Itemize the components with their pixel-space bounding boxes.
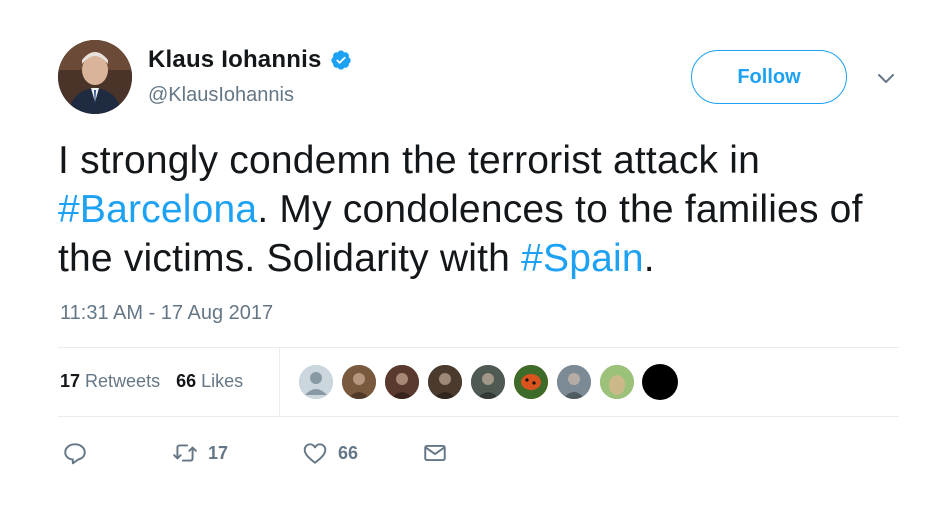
author-name-row: Klaus Iohannis bbox=[148, 46, 352, 74]
tweet-timestamp[interactable]: 11:31 AM - 17 Aug 2017 bbox=[60, 302, 273, 325]
tweet-text-segment: . bbox=[643, 237, 655, 280]
retweet-button[interactable]: 17 bbox=[172, 440, 228, 466]
liker-avatar[interactable] bbox=[298, 364, 334, 400]
reply-button[interactable] bbox=[62, 440, 88, 466]
liker-avatars bbox=[298, 364, 685, 400]
author-avatar[interactable] bbox=[58, 40, 132, 114]
liker-avatar[interactable] bbox=[513, 364, 549, 400]
stats-divider bbox=[279, 348, 280, 416]
tweet-stats: 17 Retweets 66 Likes bbox=[60, 371, 259, 392]
liker-avatar[interactable] bbox=[384, 364, 420, 400]
likes-count: 66 bbox=[176, 371, 197, 391]
likes-label: Likes bbox=[201, 371, 244, 391]
hashtag-spain-link[interactable]: #Spain bbox=[521, 237, 644, 280]
tweet-text-segment: I strongly condemn the terrorist attack … bbox=[58, 139, 761, 182]
follow-button[interactable]: Follow bbox=[691, 50, 847, 104]
liker-avatar[interactable] bbox=[599, 364, 635, 400]
liker-avatar[interactable] bbox=[427, 364, 463, 400]
author-name[interactable]: Klaus Iohannis bbox=[148, 46, 322, 74]
liker-avatar[interactable] bbox=[470, 364, 506, 400]
retweets-count: 17 bbox=[60, 371, 81, 391]
retweet-icon bbox=[173, 444, 197, 462]
tweet-card: Klaus Iohannis @KlausIohannis Follow I s… bbox=[0, 0, 948, 518]
author-handle[interactable]: @KlausIohannis bbox=[148, 84, 294, 107]
liker-avatar[interactable] bbox=[341, 364, 377, 400]
direct-message-button[interactable] bbox=[422, 440, 448, 466]
chevron-down-icon[interactable] bbox=[876, 68, 896, 88]
divider bbox=[58, 416, 899, 417]
tweet-text: I strongly condemn the terrorist attack … bbox=[58, 136, 918, 283]
retweet-count: 17 bbox=[208, 442, 229, 463]
like-button[interactable]: 66 bbox=[302, 440, 358, 466]
reply-icon bbox=[64, 443, 86, 465]
heart-icon bbox=[303, 443, 327, 464]
divider bbox=[58, 347, 899, 348]
retweets-stat[interactable]: 17 Retweets bbox=[60, 371, 160, 392]
likes-stat[interactable]: 66 Likes bbox=[176, 371, 243, 392]
retweets-label: Retweets bbox=[85, 371, 161, 391]
tweet-actions: 17 66 bbox=[60, 440, 480, 470]
hashtag-barcelona-link[interactable]: #Barcelona bbox=[58, 188, 257, 231]
verified-badge-icon bbox=[330, 50, 351, 70]
like-count: 66 bbox=[338, 442, 359, 463]
liker-avatar[interactable] bbox=[556, 364, 592, 400]
liker-avatar[interactable] bbox=[642, 364, 678, 400]
envelope-icon bbox=[424, 444, 446, 462]
